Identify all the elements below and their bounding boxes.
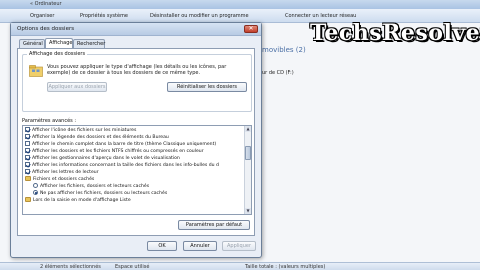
apply-button[interactable]: Appliquer bbox=[222, 241, 256, 251]
toolbar-system-properties[interactable]: Propriétés système bbox=[80, 13, 128, 19]
radio-button[interactable] bbox=[33, 183, 38, 188]
dialog-title: Options des dossiers bbox=[17, 26, 75, 32]
scroll-down-icon[interactable]: ▼ bbox=[245, 208, 251, 214]
toolbar-organize[interactable]: Organiser bbox=[30, 13, 54, 19]
watermark-logo: TechsResolver bbox=[310, 20, 480, 46]
setting-label: Fichiers et dossiers cachés bbox=[33, 177, 95, 182]
setting-label: Afficher les fichiers, dossiers et lecte… bbox=[40, 184, 150, 189]
setting-row[interactable]: Ne pas afficher les fichiers, dossiers o… bbox=[33, 190, 167, 197]
toolbar-map-drive[interactable]: Connecter un lecteur réseau bbox=[285, 13, 356, 19]
checkbox[interactable] bbox=[25, 134, 30, 139]
tab-view[interactable]: Affichage bbox=[45, 38, 73, 48]
checkbox[interactable] bbox=[25, 162, 30, 167]
folder-view-group: Affichage des dossiers Vous pouvez appli… bbox=[22, 51, 252, 112]
advanced-settings-list: Afficher l'icône des fichiers sur les mi… bbox=[22, 125, 252, 215]
setting-label: Afficher les informations concernant la … bbox=[32, 163, 219, 168]
settings-scrollbar[interactable]: ▲ ▼ bbox=[244, 126, 251, 214]
setting-row[interactable]: Afficher les informations concernant la … bbox=[25, 162, 219, 169]
radio-button[interactable] bbox=[33, 190, 38, 195]
setting-label: Afficher les gestionnaires d'aperçu dans… bbox=[32, 156, 180, 161]
tab-general[interactable]: Général bbox=[19, 39, 45, 48]
cancel-button[interactable]: Annuler bbox=[183, 241, 217, 251]
setting-label: Afficher les dossiers et les fichiers NT… bbox=[32, 149, 204, 154]
apply-to-folders-button[interactable]: Appliquer aux dossiers bbox=[47, 82, 107, 92]
folder-icon bbox=[25, 197, 31, 202]
checkbox[interactable] bbox=[25, 141, 30, 146]
setting-label: Afficher l'icône des fichiers sur les mi… bbox=[32, 128, 137, 133]
setting-row[interactable]: Afficher les dossiers et les fichiers NT… bbox=[25, 148, 204, 155]
reset-folders-button[interactable]: Réinitialiser les dossiers bbox=[167, 82, 247, 92]
checkbox[interactable] bbox=[25, 169, 30, 174]
setting-label: Afficher la légende des dossiers et des … bbox=[32, 135, 169, 140]
close-icon: ✕ bbox=[248, 25, 254, 32]
setting-group-row: Lors de la saisie en mode d'affichage Li… bbox=[25, 197, 131, 204]
checkbox[interactable] bbox=[25, 148, 30, 153]
tab-search[interactable]: Rechercher bbox=[73, 39, 105, 48]
setting-label: Afficher le chemin complet dans la barre… bbox=[32, 142, 217, 147]
view-tab-panel: Affichage des dossiers Vous pouvez appli… bbox=[17, 48, 255, 236]
setting-label: Ne pas afficher les fichiers, dossiers o… bbox=[40, 191, 168, 196]
scroll-thumb[interactable] bbox=[245, 146, 251, 160]
setting-row[interactable]: Afficher le chemin complet dans la barre… bbox=[25, 141, 216, 148]
setting-row[interactable]: Afficher les gestionnaires d'aperçu dans… bbox=[25, 155, 180, 162]
folder-icon bbox=[25, 176, 31, 181]
explorer-titlebar: « Ordinateur bbox=[0, 0, 480, 9]
checkbox[interactable] bbox=[25, 127, 30, 132]
setting-row[interactable]: Afficher les fichiers, dossiers et lecte… bbox=[33, 183, 149, 190]
checkbox[interactable] bbox=[25, 155, 30, 160]
folder-options-dialog: Options des dossiers ✕ Général Affichage… bbox=[10, 22, 262, 258]
setting-label: Afficher les lettres de lecteur bbox=[32, 170, 99, 175]
explorer-statusbar: 2 éléments sélectionnés Espace utilisé T… bbox=[0, 262, 480, 270]
setting-group-row: Fichiers et dossiers cachés bbox=[25, 176, 94, 183]
advanced-settings-title: Paramètres avancés : bbox=[22, 118, 77, 124]
folder-view-icon bbox=[29, 65, 43, 77]
status-used-space: Espace utilisé bbox=[115, 264, 150, 270]
scroll-up-icon[interactable]: ▲ bbox=[245, 126, 251, 132]
explorer-title: « Ordinateur bbox=[30, 1, 62, 7]
status-selected: 2 éléments sélectionnés bbox=[40, 264, 101, 270]
cd-drive-label[interactable]: ur de CD (F:) bbox=[262, 70, 294, 76]
ok-button[interactable]: OK bbox=[147, 241, 177, 251]
setting-row[interactable]: Afficher l'icône des fichiers sur les mi… bbox=[25, 127, 136, 134]
restore-defaults-button[interactable]: Paramètres par défaut bbox=[178, 220, 250, 230]
folder-view-description: Vous pouvez appliquer le type d'affichag… bbox=[47, 64, 227, 76]
setting-label: Lors de la saisie en mode d'affichage Li… bbox=[33, 198, 131, 203]
dialog-titlebar: Options des dossiers ✕ bbox=[11, 23, 261, 36]
setting-row[interactable]: Afficher les lettres de lecteur bbox=[25, 169, 99, 176]
removable-section-heading: movibles (2) bbox=[262, 46, 306, 54]
folder-view-title: Affichage des dossiers bbox=[27, 51, 88, 57]
status-total-size: Taille totale : (valeurs multiples) bbox=[245, 264, 326, 270]
toolbar-uninstall[interactable]: Désinstaller ou modifier un programme bbox=[150, 13, 249, 19]
setting-row[interactable]: Afficher la légende des dossiers et des … bbox=[25, 134, 169, 141]
close-button[interactable]: ✕ bbox=[244, 25, 258, 33]
